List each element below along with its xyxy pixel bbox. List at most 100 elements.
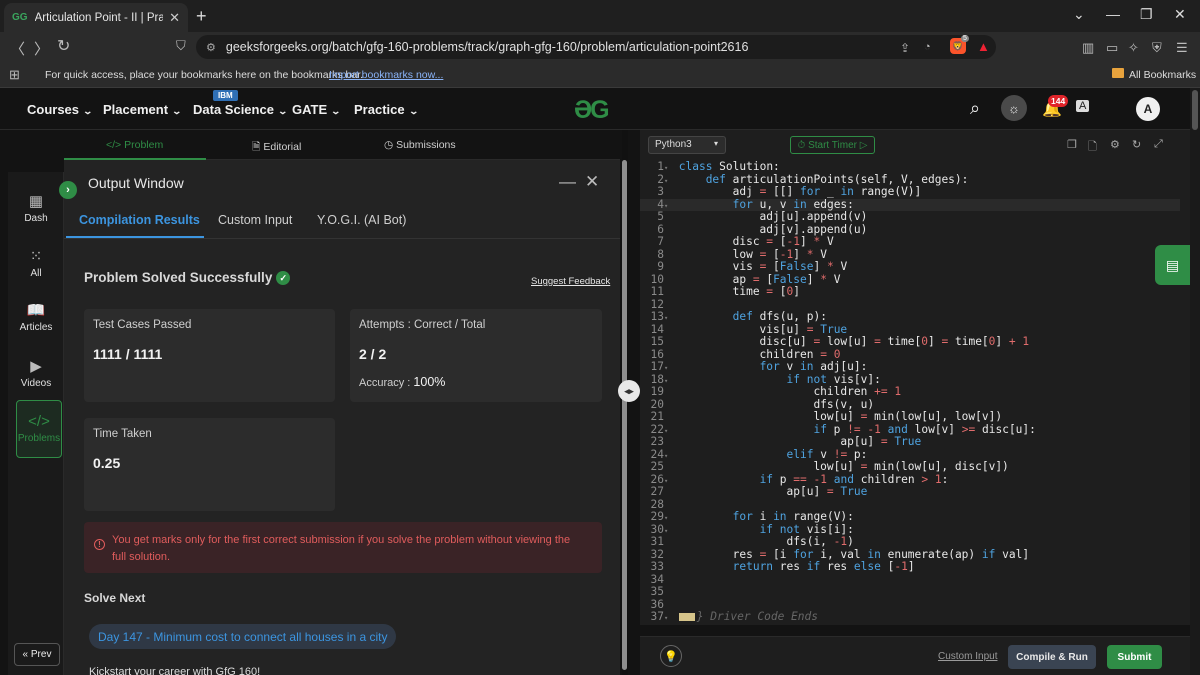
- tab-title: Articulation Point - II | Practice: [34, 11, 164, 24]
- minimize-panel-icon[interactable]: —: [559, 172, 576, 192]
- problem-tabs: </> Problem 🗎 Editorial ◷ Submissions: [64, 130, 620, 160]
- code-line[interactable]: 34: [640, 573, 1180, 587]
- chevron-down-icon: ⌄: [171, 106, 183, 116]
- tab-yogi-ai-bot[interactable]: Y.O.G.I. (AI Bot): [317, 213, 406, 227]
- search-icon[interactable]: ⌕: [970, 98, 980, 119]
- tab-submissions[interactable]: ◷ Submissions: [384, 139, 456, 151]
- custom-input-link[interactable]: Custom Input: [938, 651, 997, 662]
- apps-grid-icon[interactable]: ⊞: [9, 67, 20, 83]
- dashboard-icon: ▦: [28, 193, 44, 210]
- new-tab-icon[interactable]: +: [196, 6, 207, 27]
- close-tab-icon[interactable]: ✕: [169, 10, 180, 26]
- tab-editorial[interactable]: 🗎 Editorial: [252, 139, 301, 157]
- output-window-title: Output Window: [88, 175, 184, 191]
- close-panel-icon[interactable]: ✕: [585, 172, 599, 192]
- language-select[interactable]: Python3 ▾: [648, 136, 726, 154]
- avatar[interactable]: A: [1136, 97, 1160, 121]
- timer-icon: ⏱: [797, 139, 806, 151]
- page-scrollbar[interactable]: [1190, 88, 1200, 675]
- test-cases-value: 1111 / 1111: [93, 346, 163, 362]
- code-line[interactable]: 27 ap[u] = True: [640, 485, 1180, 499]
- settings-icon[interactable]: ⚙: [1110, 138, 1120, 151]
- fold-icon: ▾: [664, 614, 669, 622]
- theme-toggle-icon[interactable]: ☼: [1001, 95, 1027, 121]
- chat-icon[interactable]: ▤: [1155, 245, 1190, 285]
- output-scrollbar[interactable]: [622, 160, 627, 670]
- play-icon: ▷: [859, 139, 868, 151]
- next-problem-link[interactable]: Day 147 - Minimum cost to connect all ho…: [89, 624, 397, 649]
- site-info-icon[interactable]: ⚙: [206, 41, 216, 54]
- code-line[interactable]: 33 return res if res else [-1]: [640, 560, 1180, 574]
- accuracy: Accuracy : 100%: [359, 375, 446, 389]
- prev-button[interactable]: « Prev: [14, 643, 60, 666]
- sidebar-item-dash[interactable]: ▦ Dash: [8, 192, 64, 224]
- chevron-down-icon: ⌄: [82, 106, 94, 116]
- scroll-thumb[interactable]: [1192, 90, 1198, 130]
- sidebar-toggle-icon[interactable]: ▥: [1082, 40, 1094, 56]
- reload-icon[interactable]: ↻: [57, 36, 70, 56]
- menu-data-science[interactable]: Data Science ⌄: [193, 102, 288, 117]
- warning-banner: ! You get marks only for the first corre…: [84, 522, 602, 573]
- wallet-icon[interactable]: ▭: [1106, 40, 1118, 56]
- bookmark-icon[interactable]: ⛉: [176, 38, 186, 54]
- code-line[interactable]: 11 time = [0]: [640, 285, 1180, 299]
- leo-ai-icon[interactable]: ✧: [1128, 40, 1139, 56]
- chevron-down-icon: ▾: [713, 139, 718, 148]
- share-icon[interactable]: ⇪: [900, 41, 910, 55]
- bookmarks-prompt: For quick access, place your bookmarks h…: [45, 69, 364, 81]
- sidebar-item-problems[interactable]: </> Problems: [16, 400, 62, 458]
- browser-tab[interactable]: GG Articulation Point - II | Practice ✕: [4, 3, 188, 32]
- translate-icon[interactable]: A: [1076, 100, 1090, 112]
- fullscreen-icon[interactable]: ⤢: [1154, 138, 1163, 151]
- sidebar-item-videos[interactable]: ▶ Videos: [8, 357, 64, 389]
- code-editor[interactable]: 1▾ class Solution: 2▾ def articulationPoi…: [640, 160, 1190, 625]
- start-timer-button[interactable]: ⏱ Start Timer ▷: [790, 136, 875, 154]
- menu-practice[interactable]: Practice ⌄: [354, 102, 419, 117]
- bookmarks-bar: ⊞ For quick access, place your bookmarks…: [0, 62, 1200, 88]
- file-icon[interactable]: 🗋: [1088, 138, 1097, 157]
- editor-toolbar: Python3 ▾ ⏱ Start Timer ▷ ❐ 🗋 ⚙ ↻ ⤢: [640, 130, 1190, 160]
- address-bar-row: 〈 〉 ↻ ⛉ ⚙ geeksforgeeks.org/batch/gfg-16…: [0, 32, 1200, 62]
- solve-next-heading: Solve Next: [84, 591, 146, 605]
- ibm-badge: IBM: [213, 90, 238, 101]
- submit-button[interactable]: Submit: [1107, 645, 1162, 669]
- minimize-icon[interactable]: —: [1106, 6, 1120, 22]
- expand-icon[interactable]: ›: [59, 181, 77, 199]
- tab-problem[interactable]: </> Problem: [106, 139, 163, 151]
- brave-rewards-icon[interactable]: ▲: [977, 39, 990, 54]
- lightbulb-icon[interactable]: 💡: [660, 645, 682, 667]
- divider: [64, 238, 620, 239]
- vpn-icon[interactable]: ⛨: [1152, 40, 1162, 56]
- time-taken-label: Time Taken: [93, 428, 152, 440]
- tab-compilation-results[interactable]: Compilation Results: [79, 213, 200, 227]
- copy-icon[interactable]: ❐: [1067, 138, 1077, 151]
- restore-icon[interactable]: ❐: [1140, 6, 1153, 23]
- close-window-icon[interactable]: ✕: [1174, 6, 1186, 23]
- import-bookmarks-link[interactable]: Import bookmarks now...: [329, 69, 443, 81]
- suggest-feedback-link[interactable]: Suggest Feedback: [531, 276, 610, 287]
- all-bookmarks[interactable]: All Bookmarks: [1129, 69, 1196, 81]
- chevron-down-icon: ⌄: [330, 106, 342, 116]
- back-icon[interactable]: 〈: [10, 38, 25, 59]
- reset-icon[interactable]: ↻: [1132, 138, 1141, 151]
- resize-handle-icon[interactable]: ◂▸: [618, 380, 640, 402]
- menu-icon[interactable]: ☰: [1176, 40, 1188, 56]
- menu-placement[interactable]: Placement ⌄: [103, 102, 183, 117]
- editor-footer: 💡 Custom Input Compile & Run Submit: [640, 636, 1190, 675]
- rss-icon[interactable]: ◔: [924, 41, 931, 53]
- code-line[interactable]: 37▾ } Driver Code Ends: [640, 610, 1180, 624]
- code-line[interactable]: 35: [640, 585, 1180, 599]
- sidebar-item-all[interactable]: ⁙ All: [8, 247, 64, 279]
- tab-search-icon[interactable]: ⌄: [1073, 6, 1085, 23]
- compile-run-button[interactable]: Compile & Run: [1008, 645, 1096, 669]
- menu-gate[interactable]: GATE ⌄: [292, 102, 342, 117]
- forward-icon[interactable]: 〉: [34, 38, 49, 59]
- book-icon: 📖: [26, 302, 46, 319]
- time-taken-value: 0.25: [93, 455, 121, 471]
- url-bar[interactable]: ⚙ geeksforgeeks.org/batch/gfg-160-proble…: [196, 35, 996, 59]
- tab-custom-input[interactable]: Custom Input: [218, 213, 292, 227]
- menu-courses[interactable]: Courses ⌄: [27, 102, 94, 117]
- gfg-logo-icon[interactable]: ƏG: [574, 96, 610, 125]
- sidebar-item-articles[interactable]: 📖 Articles: [8, 301, 64, 333]
- test-cases-label: Test Cases Passed: [93, 319, 192, 331]
